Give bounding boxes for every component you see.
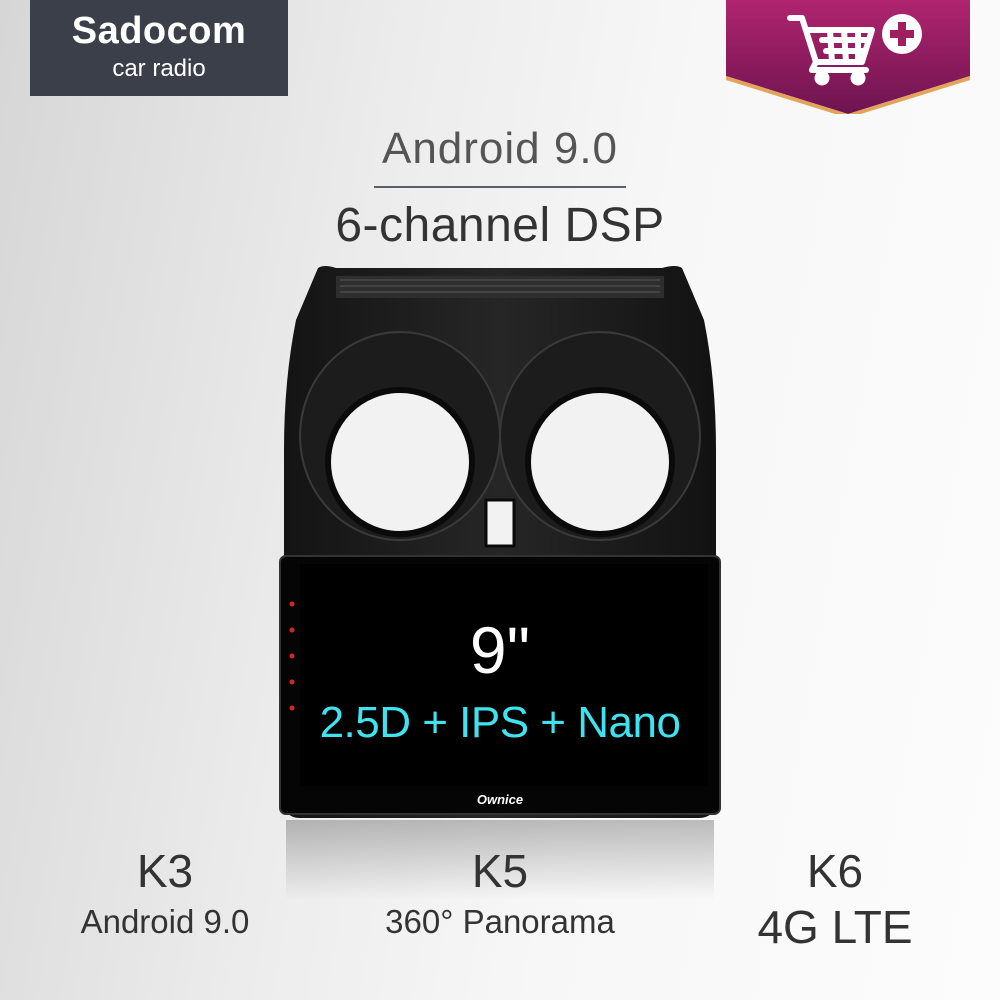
variant-feature: 360° Panorama <box>385 903 615 940</box>
variant-k3[interactable]: K3 Android 9.0 <box>60 844 270 942</box>
variant-code: K6 <box>806 845 864 897</box>
screen-tech-label: 2.5D + IPS + Nano <box>319 698 681 747</box>
variant-code: K5 <box>471 845 529 897</box>
variant-code: K3 <box>136 845 194 897</box>
variant-k5[interactable]: K5 360° Panorama <box>350 844 650 942</box>
variant-feature: Android 9.0 <box>80 903 250 940</box>
variant-k6[interactable]: K6 4G LTE <box>720 844 950 952</box>
unit-logo: Ownice <box>476 792 524 807</box>
screen-size-label: 9" <box>469 613 531 687</box>
variant-feature: 4G LTE <box>757 901 913 953</box>
